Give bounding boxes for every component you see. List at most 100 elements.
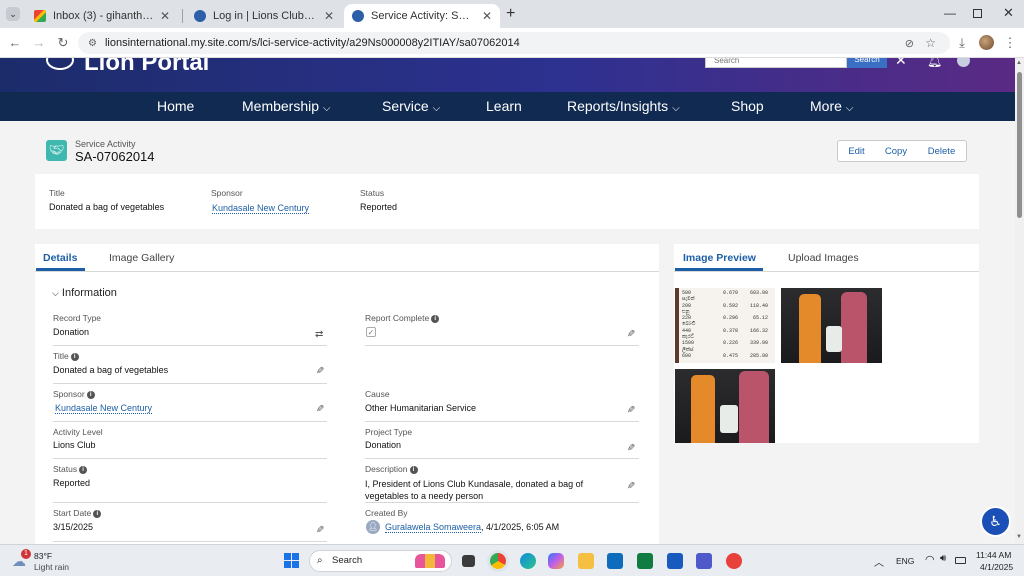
- edge-icon[interactable]: [520, 553, 536, 569]
- battery-icon[interactable]: [955, 557, 966, 564]
- edit-pencil-icon[interactable]: ✎: [627, 329, 635, 340]
- report-complete-checkbox[interactable]: ✓: [366, 327, 376, 337]
- file-explorer-icon[interactable]: [578, 553, 594, 569]
- page-scrollbar[interactable]: ▲ ▼: [1015, 58, 1024, 544]
- copy-button[interactable]: Copy: [875, 140, 918, 162]
- edit-pencil-icon[interactable]: ✎: [627, 405, 635, 416]
- change-record-type-icon[interactable]: ⇄: [315, 329, 323, 340]
- wifi-icon[interactable]: ◠: [925, 553, 935, 566]
- activity-level-value: Lions Club: [53, 440, 96, 450]
- sponsor-link[interactable]: Kundasale New Century: [55, 403, 153, 414]
- section-information[interactable]: ⌵ Information: [52, 287, 117, 299]
- close-icon[interactable]: ✕: [482, 9, 492, 23]
- receipt-cell: 600: [682, 352, 692, 359]
- clock-date[interactable]: 4/1/2025: [980, 562, 1013, 572]
- chevron-down-icon: ⌵: [322, 103, 331, 114]
- browser-tab-service-activity[interactable]: Service Activity: SA-07062014 ✕: [344, 4, 500, 28]
- receipt-lines: 500 0.670 603.00 සැමන් 200 0.592 118.40 ළුනු 220…: [679, 288, 775, 361]
- scroll-up-icon[interactable]: ▲: [1016, 60, 1022, 66]
- back-icon[interactable]: ←: [7, 35, 23, 51]
- highlight-status-label: Status: [360, 188, 385, 198]
- edit-button[interactable]: Edit: [837, 140, 876, 162]
- wps-icon[interactable]: [726, 553, 742, 569]
- nav-label: More: [810, 98, 842, 114]
- scroll-thumb[interactable]: [1017, 72, 1022, 218]
- nav-reports-insights[interactable]: Reports/Insights ⌵: [567, 98, 680, 114]
- info-icon[interactable]: i: [70, 353, 79, 361]
- edit-pencil-icon[interactable]: ✎: [316, 366, 324, 377]
- weather-widget[interactable]: ☁︎ 1 83°F Light rain: [12, 549, 92, 573]
- restore-icon[interactable]: [973, 9, 982, 18]
- close-icon[interactable]: ✕: [160, 9, 170, 23]
- info-icon[interactable]: i: [86, 391, 95, 399]
- site-search-button[interactable]: Search: [847, 58, 887, 68]
- tab-image-preview[interactable]: Image Preview: [683, 252, 756, 264]
- taskbar-search[interactable]: ⌕ Search: [309, 550, 452, 572]
- tray-chevron-up-icon[interactable]: ︿: [874, 554, 884, 569]
- object-label: Service Activity: [75, 139, 136, 149]
- info-icon[interactable]: i: [93, 510, 102, 518]
- minimize-icon[interactable]: —: [944, 6, 956, 20]
- close-icon[interactable]: ✕: [324, 9, 334, 23]
- edit-pencil-icon[interactable]: ✎: [316, 525, 324, 536]
- tab-search-icon[interactable]: ⌄: [6, 7, 20, 21]
- info-icon[interactable]: i: [409, 466, 418, 474]
- edit-pencil-icon[interactable]: ✎: [316, 404, 324, 415]
- donation-photo[interactable]: [675, 369, 775, 443]
- site-search-input[interactable]: [705, 58, 847, 68]
- excel-icon[interactable]: [637, 553, 653, 569]
- nav-service[interactable]: Service ⌵: [382, 98, 440, 114]
- user-avatar-icon[interactable]: [957, 58, 970, 67]
- accessibility-button[interactable]: ♿︎: [980, 506, 1011, 537]
- receipt-image[interactable]: 500 0.670 603.00 සැමන් 200 0.592 118.40 ළුනු 220…: [675, 288, 775, 363]
- tab-upload-images[interactable]: Upload Images: [788, 252, 859, 264]
- tulips-icon: [415, 554, 445, 568]
- browser-tab-gmail[interactable]: Inbox (3) - gihanthilakarathne0 ✕: [26, 4, 178, 28]
- outlook-icon[interactable]: [607, 553, 623, 569]
- nav-more[interactable]: More ⌵: [810, 98, 853, 114]
- bookmark-star-icon[interactable]: ☆: [925, 36, 936, 50]
- donation-photo[interactable]: [781, 288, 882, 363]
- nav-shop[interactable]: Shop: [731, 98, 764, 114]
- teams-icon[interactable]: [696, 553, 712, 569]
- delete-button[interactable]: Delete: [917, 140, 967, 162]
- reload-icon[interactable]: ↻: [55, 35, 71, 51]
- image-preview-card: Image Preview Upload Images 500 0.670 603.…: [674, 244, 979, 443]
- tracking-blocked-icon[interactable]: ⊘: [905, 37, 914, 50]
- info-icon[interactable]: i: [431, 315, 440, 323]
- nav-learn[interactable]: Learn: [486, 98, 522, 114]
- created-by-user-link[interactable]: Guralawela Somaweera: [385, 522, 482, 533]
- language-indicator[interactable]: ENG: [896, 556, 914, 566]
- task-view-icon[interactable]: [462, 555, 475, 567]
- site-info-icon[interactable]: ⚙: [88, 38, 97, 49]
- volume-icon[interactable]: 🔊︎: [940, 553, 946, 564]
- edit-pencil-icon[interactable]: ✎: [627, 443, 635, 454]
- profile-avatar[interactable]: [979, 35, 994, 50]
- browser-menu-icon[interactable]: ⋮: [1002, 35, 1018, 51]
- description-value: I, President of Lions Club Kundasale, do…: [365, 479, 584, 501]
- tab-image-gallery[interactable]: Image Gallery: [109, 252, 174, 264]
- chevron-down-icon: ⌵: [845, 103, 854, 114]
- chrome-icon[interactable]: [490, 553, 506, 569]
- copilot-icon[interactable]: [548, 553, 564, 569]
- nav-membership[interactable]: Membership ⌵: [242, 98, 331, 114]
- forward-icon[interactable]: →: [31, 35, 47, 51]
- word-icon[interactable]: [667, 553, 683, 569]
- new-tab-button[interactable]: +: [506, 5, 515, 23]
- close-search-icon[interactable]: ✕: [895, 58, 907, 69]
- edit-pencil-icon[interactable]: ✎: [627, 481, 635, 492]
- address-bar[interactable]: ⚙ lionsinternational.my.site.com/s/lci-s…: [78, 32, 950, 54]
- start-button[interactable]: [284, 553, 299, 568]
- chevron-down-icon: ⌵: [672, 103, 680, 114]
- window-close-icon[interactable]: ✕: [1003, 5, 1014, 21]
- lions-logo[interactable]: [46, 58, 74, 70]
- download-icon[interactable]: ⤓: [954, 35, 970, 51]
- scroll-down-icon[interactable]: ▼: [1016, 534, 1022, 540]
- info-icon[interactable]: i: [79, 466, 88, 474]
- clock-time[interactable]: 11:44 AM: [976, 550, 1011, 560]
- browser-tab-lions-login[interactable]: Log in | Lions Clubs Internationa ✕: [186, 4, 342, 28]
- notification-bell-icon[interactable]: 🔔︎: [927, 58, 942, 68]
- tab-details[interactable]: Details: [43, 252, 77, 264]
- highlight-sponsor-link[interactable]: Kundasale New Century: [212, 203, 310, 214]
- nav-home[interactable]: Home: [157, 98, 194, 114]
